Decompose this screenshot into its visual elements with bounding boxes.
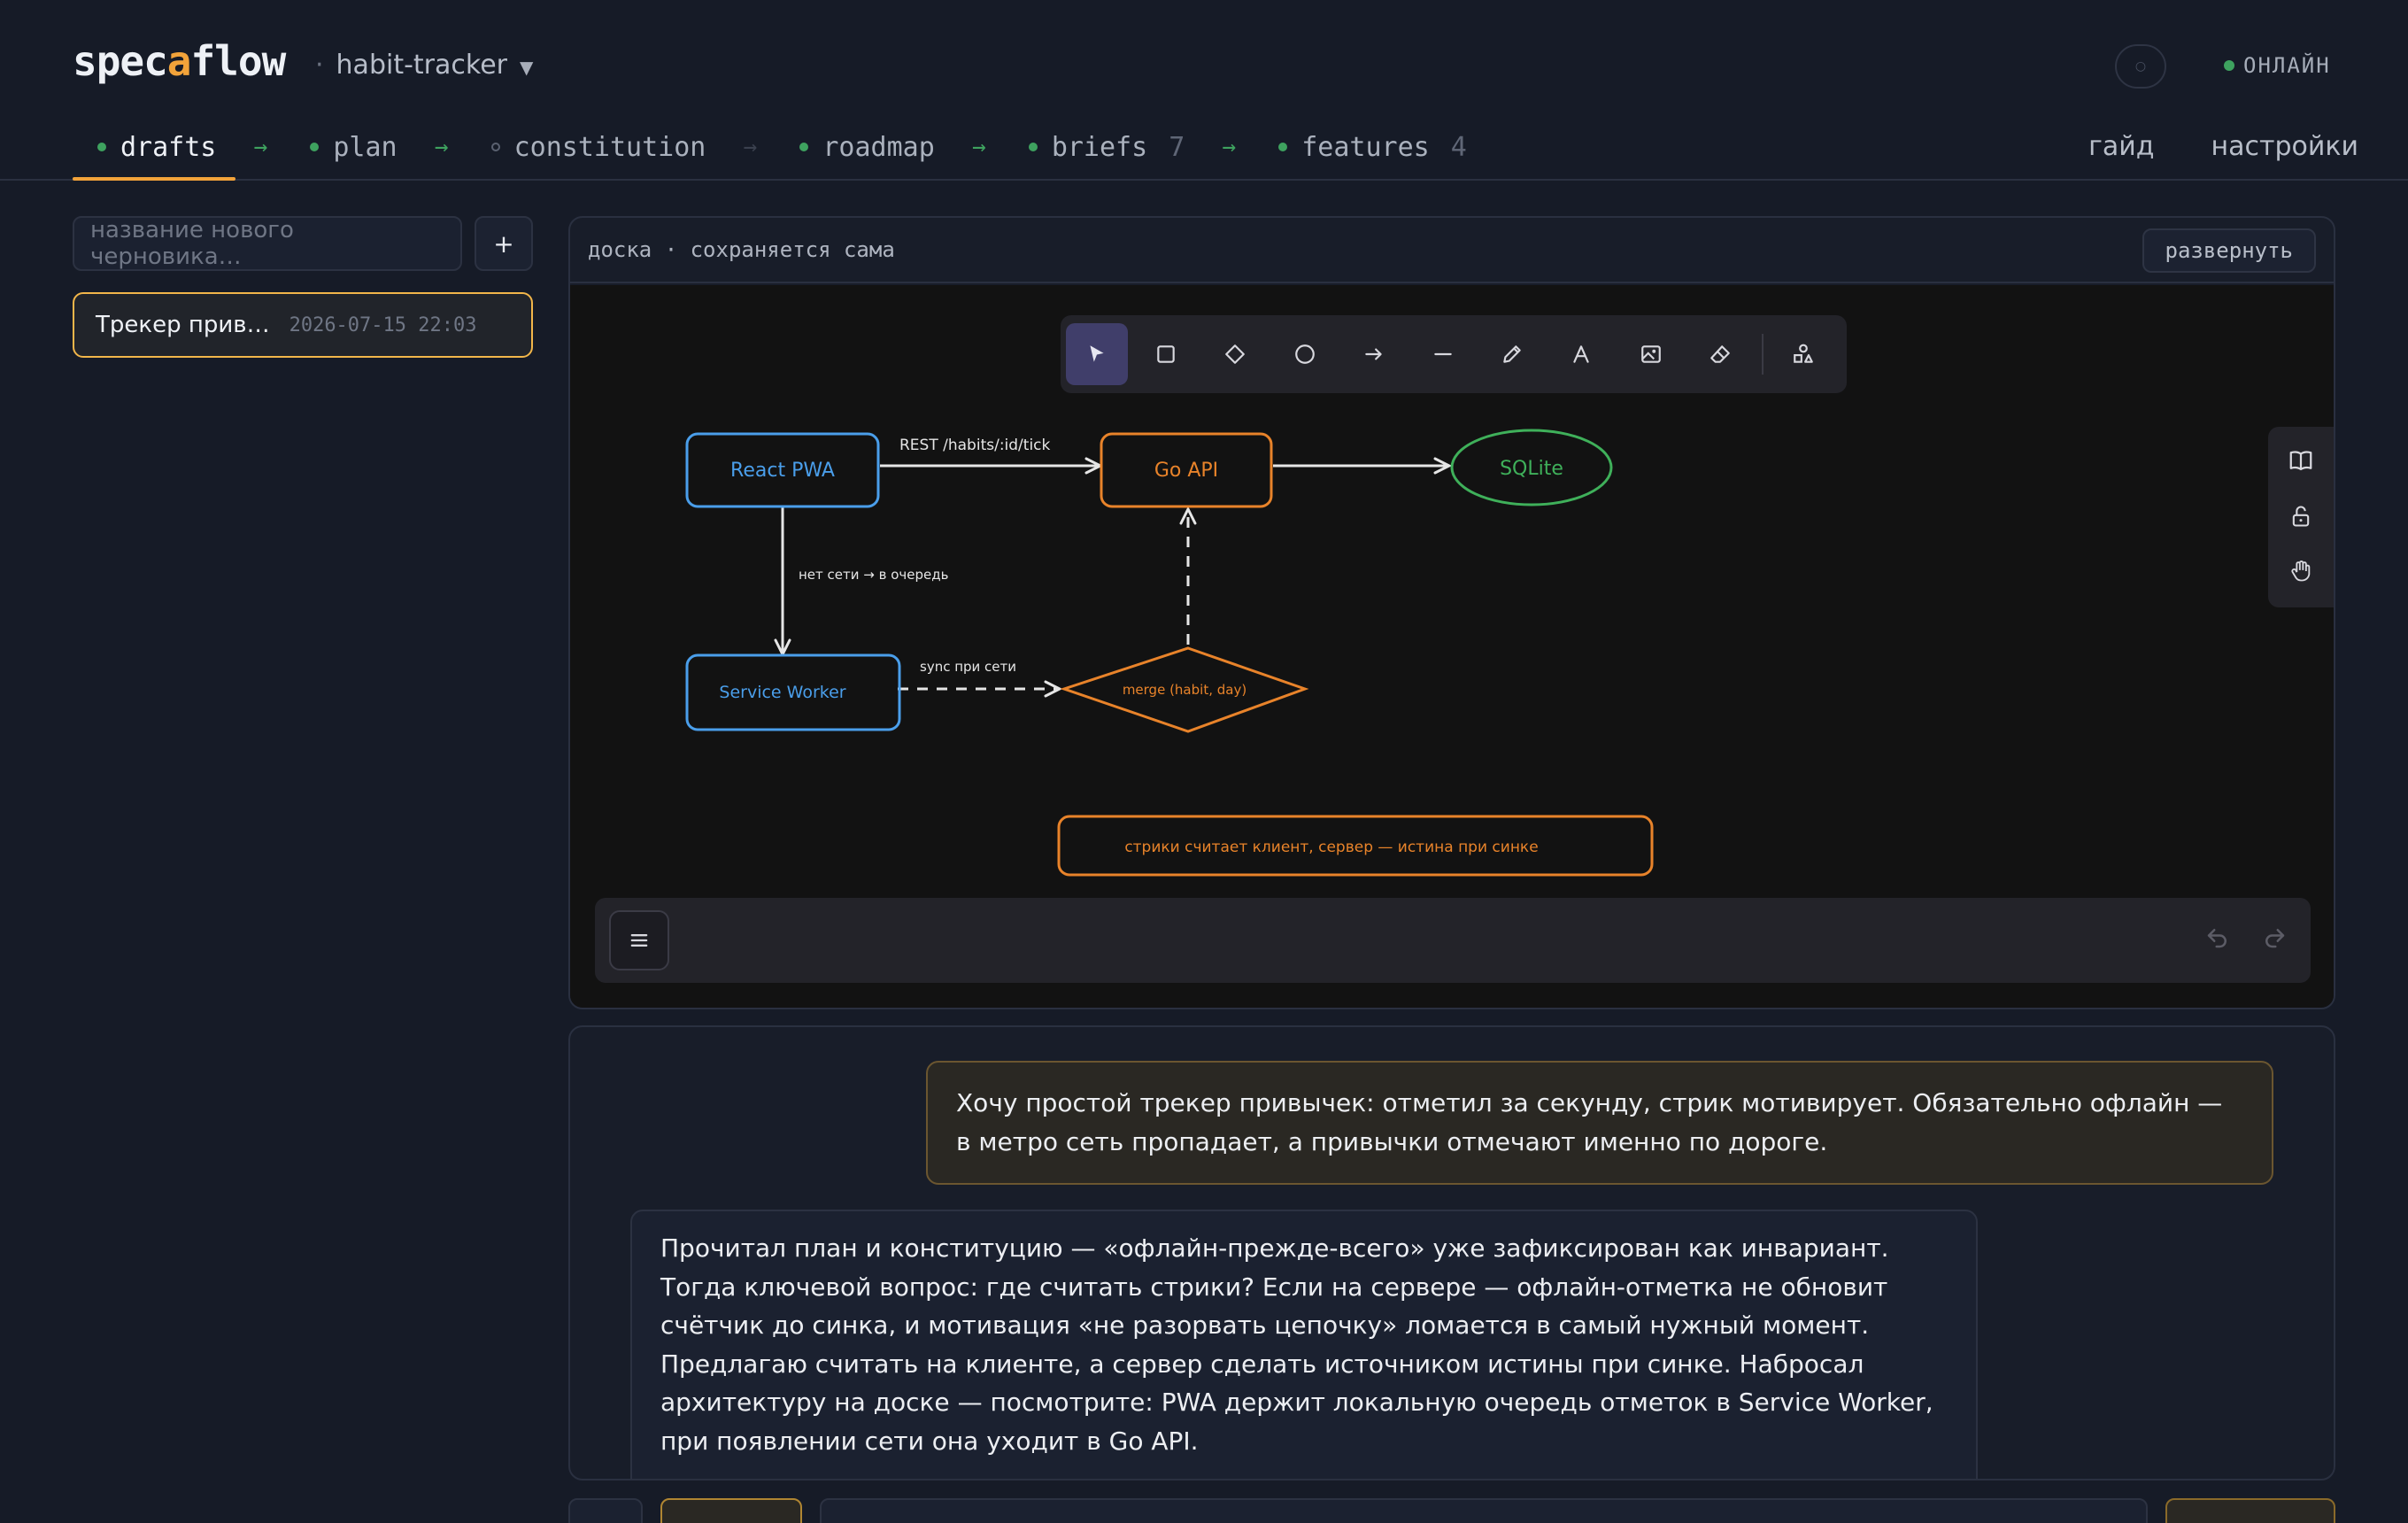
arrow-icon: → — [743, 134, 758, 160]
tool-eraser[interactable] — [1689, 323, 1751, 385]
stage-tabs: drafts → plan → constitution → roadmap →… — [73, 124, 1486, 181]
node-go-api-label: Go API — [1154, 460, 1218, 482]
arrow-icon: → — [1222, 134, 1237, 160]
tool-text[interactable] — [1550, 323, 1612, 385]
hamburger-icon — [630, 934, 648, 947]
node-merge-label: merge (habit, day) — [1123, 682, 1246, 698]
hand-button[interactable] — [2288, 559, 2313, 587]
tool-line[interactable] — [1412, 323, 1474, 385]
chevron-down-icon: ▼ — [519, 57, 534, 78]
library-button[interactable] — [2288, 447, 2314, 477]
image-icon — [1640, 345, 1661, 363]
whiteboard-panel: доска · сохраняется сама развернуть REST… — [568, 216, 2335, 1009]
project-selector[interactable]: · habit-tracker ▼ — [315, 50, 533, 81]
tab-drafts[interactable]: drafts — [73, 124, 236, 181]
draft-item[interactable]: Трекер прив… 2026-07-15 22:03 — [73, 292, 533, 358]
send-button[interactable] — [2165, 1498, 2335, 1523]
tool-rectangle[interactable] — [1135, 323, 1197, 385]
unlock-icon — [2292, 506, 2310, 527]
node-react-pwa-label: React PWA — [730, 460, 835, 482]
edge-offline-label: нет сети → в очередь — [799, 567, 948, 583]
theme-toggle-button[interactable]: ○ — [2115, 44, 2166, 89]
tab-features[interactable]: features 4 — [1254, 124, 1486, 170]
shapes-icon — [1794, 344, 1813, 363]
redo-icon[interactable] — [2261, 924, 2288, 951]
status-dot-icon — [1278, 143, 1288, 151]
tool-select[interactable] — [1066, 323, 1129, 385]
toolbar-divider — [1761, 334, 1764, 375]
main-menu-button[interactable] — [609, 910, 669, 970]
features-count: 4 — [1450, 131, 1467, 163]
draft-name: Трекер прив… — [96, 312, 270, 338]
status-dot-icon — [310, 143, 320, 151]
book-icon — [2289, 451, 2312, 471]
status-dot-empty-icon — [490, 143, 500, 151]
lock-button[interactable] — [2288, 504, 2313, 532]
rectangle-icon — [1157, 345, 1176, 363]
project-name: habit-tracker — [336, 50, 507, 81]
user-message: Хочу простой трекер привычек: отметил за… — [926, 1061, 2273, 1185]
eraser-icon — [1710, 345, 1730, 363]
node-sqlite-label: SQLite — [1500, 458, 1563, 480]
arrow-icon: → — [971, 134, 986, 160]
edge-sync-label: sync при сети — [920, 659, 1016, 675]
connection-status: ОНЛАЙН — [2224, 53, 2331, 78]
guide-link[interactable]: гайд — [2057, 124, 2179, 170]
tool-pencil[interactable] — [1481, 323, 1543, 385]
drawing-canvas[interactable]: REST /habits/:id/tick нет сети → в очере… — [570, 285, 2334, 1008]
select-icon — [1090, 345, 1104, 362]
arrow-icon: → — [253, 134, 268, 160]
chat-panel: Хочу простой трекер привычек: отметил за… — [568, 1025, 2335, 1480]
add-draft-button[interactable]: + — [475, 216, 533, 271]
canvas-footer — [595, 898, 2311, 983]
status-dot-icon — [97, 143, 106, 151]
tool-arrow[interactable] — [1343, 323, 1405, 385]
circle-icon: ○ — [2134, 59, 2147, 73]
top-header: specaflow · habit-tracker ▼ ○ ОНЛАЙН draft… — [0, 0, 2408, 181]
new-draft-input[interactable]: название нового черновика… — [73, 216, 462, 271]
note-text: стрики считает клиент, сервер — истина п… — [1124, 839, 1538, 856]
side-tools — [2268, 427, 2334, 607]
message-input[interactable] — [820, 1498, 2148, 1523]
diamond-icon — [1225, 344, 1246, 364]
tool-shapes[interactable] — [1772, 323, 1834, 385]
tool-ellipse[interactable] — [1274, 323, 1336, 385]
board-title: доска · сохраняется сама — [588, 237, 895, 262]
history-controls — [2204, 924, 2288, 951]
status-dot-icon — [799, 143, 809, 151]
pencil-icon — [1503, 345, 1521, 363]
composer-row — [568, 1498, 2335, 1523]
line-icon — [1434, 352, 1452, 356]
expand-button[interactable]: развернуть — [2142, 228, 2316, 273]
ellipse-icon — [1294, 344, 1315, 364]
briefs-count: 7 — [1169, 131, 1185, 163]
board-header: доска · сохраняется сама развернуть — [570, 218, 2334, 283]
attach-button[interactable] — [568, 1498, 643, 1523]
undo-icon[interactable] — [2204, 924, 2231, 951]
tab-plan[interactable]: plan — [285, 124, 416, 170]
arrow-icon: → — [434, 134, 449, 160]
top-links: гайд настройки — [2057, 124, 2408, 170]
tab-briefs[interactable]: briefs 7 — [1004, 124, 1204, 170]
assistant-message: Прочитал план и конституцию — «офлайн-пр… — [630, 1210, 1978, 1479]
edge-rest-label: REST /habits/:id/tick — [899, 437, 1051, 454]
status-dot-icon — [1028, 143, 1038, 151]
draft-date: 2026-07-15 22:03 — [289, 313, 477, 336]
hand-icon — [2291, 560, 2311, 582]
arrow-icon — [1365, 348, 1382, 360]
app-logo[interactable]: specaflow — [73, 37, 286, 85]
tool-diamond[interactable] — [1204, 323, 1266, 385]
drawing-toolbar — [1061, 315, 1847, 393]
tab-roadmap[interactable]: roadmap — [775, 124, 953, 170]
mode-button[interactable] — [660, 1498, 802, 1523]
node-service-worker-label: Service Worker — [719, 683, 845, 702]
tool-image[interactable] — [1620, 323, 1682, 385]
text-icon — [1573, 345, 1590, 363]
settings-link[interactable]: настройки — [2180, 124, 2408, 170]
tab-constitution[interactable]: constitution — [467, 124, 726, 170]
online-dot-icon — [2224, 60, 2234, 71]
